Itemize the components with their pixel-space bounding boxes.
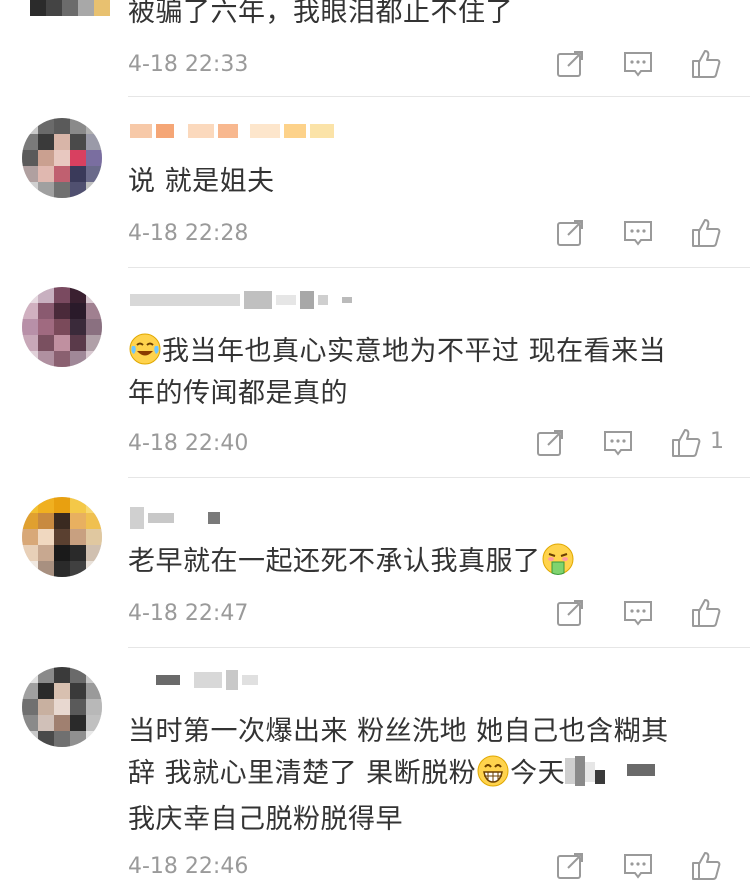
comment-text-line3: 我庆幸自己脱粉脱得早: [128, 804, 403, 835]
comment-icon[interactable]: [602, 427, 634, 459]
comment-actions: [0, 595, 750, 631]
username[interactable]: [130, 287, 352, 313]
share-icon[interactable]: [554, 217, 586, 249]
comment-icon[interactable]: [622, 597, 654, 629]
comment-icon[interactable]: [622, 850, 654, 882]
username[interactable]: [130, 118, 334, 144]
grin-emoji: [477, 755, 509, 787]
comment-text: 说 就是姐夫: [128, 166, 275, 197]
like-icon[interactable]: [690, 48, 722, 80]
comment-text-line2: 年的传闻都是真的: [128, 378, 348, 409]
crying-laughing-emoji: [129, 333, 161, 365]
comment-actions: [0, 848, 750, 884]
divider: [128, 477, 750, 478]
comment-actions: [0, 46, 750, 82]
share-icon[interactable]: [554, 850, 586, 882]
avatar[interactable]: [22, 287, 102, 367]
comment-text-line1: 我当年也真心实意地为不平过 现在看来当: [162, 336, 667, 367]
divider: [128, 96, 750, 97]
comment-text-line1: 老早就在一起还死不承认我真服了: [128, 546, 541, 577]
like-icon[interactable]: [670, 427, 702, 459]
comment-text-line2: 辞 我就心里清楚了 果断脱粉: [128, 758, 477, 789]
comment-text: 当时第一次爆出来 粉丝洗地 她自己也含糊其 辞 我就心里清楚了 果断脱粉 今天 我…: [128, 711, 728, 841]
comment-text: 我当年也真心实意地为不平过 现在看来当 年的传闻都是真的: [128, 331, 728, 415]
divider: [128, 647, 750, 648]
comment-text-line2b: 今天: [510, 758, 566, 789]
username[interactable]: [130, 505, 220, 531]
like-icon[interactable]: [690, 597, 722, 629]
username[interactable]: [130, 667, 258, 693]
avatar[interactable]: [22, 118, 102, 198]
share-icon[interactable]: [554, 597, 586, 629]
comment-text-line1: 当时第一次爆出来 粉丝洗地 她自己也含糊其: [128, 716, 669, 747]
mosaic-censor: [565, 756, 661, 799]
share-icon[interactable]: [554, 48, 586, 80]
avatar[interactable]: [22, 667, 102, 747]
share-icon[interactable]: [534, 427, 566, 459]
like-icon[interactable]: [690, 850, 722, 882]
comment-text: 老早就在一起还死不承认我真服了: [128, 541, 728, 583]
comment-icon[interactable]: [622, 48, 654, 80]
comment-actions: [0, 215, 750, 251]
comment-icon[interactable]: [622, 217, 654, 249]
comment-text: 被骗了六年，我眼泪都止不住了: [128, 0, 513, 28]
vomit-emoji: [542, 543, 573, 575]
comment-actions: 1: [0, 425, 750, 461]
like-icon[interactable]: [690, 217, 722, 249]
avatar[interactable]: [22, 497, 102, 577]
divider: [128, 267, 750, 268]
like-count: 1: [710, 429, 724, 454]
avatar[interactable]: [30, 0, 110, 22]
